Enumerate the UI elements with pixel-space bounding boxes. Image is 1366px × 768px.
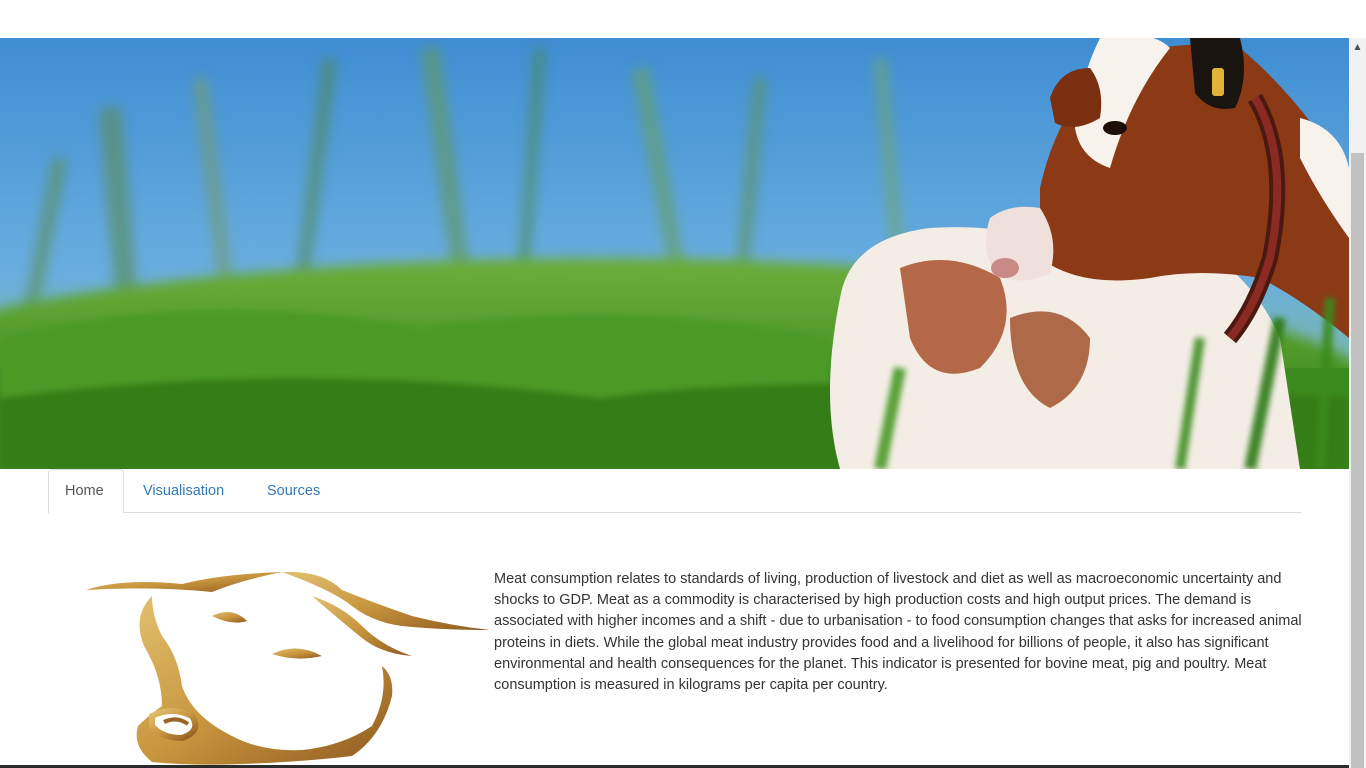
intro-paragraph: Meat consumption relates to standards of… bbox=[494, 571, 1302, 694]
scroll-up-arrow-icon[interactable]: ▲ bbox=[1349, 38, 1366, 55]
hero-banner-image bbox=[0, 38, 1349, 469]
vertical-scrollbar[interactable]: ▲ bbox=[1349, 38, 1366, 768]
tab-visualisation[interactable]: Visualisation bbox=[127, 469, 240, 514]
nav-tabs: Home Visualisation Sources bbox=[48, 469, 1302, 514]
top-bar bbox=[0, 0, 1349, 38]
tab-sources[interactable]: Sources bbox=[251, 469, 336, 514]
scrollbar-thumb[interactable] bbox=[1351, 153, 1364, 768]
page: Home Visualisation Sources Meat consumpt… bbox=[0, 0, 1366, 768]
tab-home[interactable]: Home bbox=[48, 469, 124, 514]
cow-logo-image bbox=[82, 566, 492, 768]
